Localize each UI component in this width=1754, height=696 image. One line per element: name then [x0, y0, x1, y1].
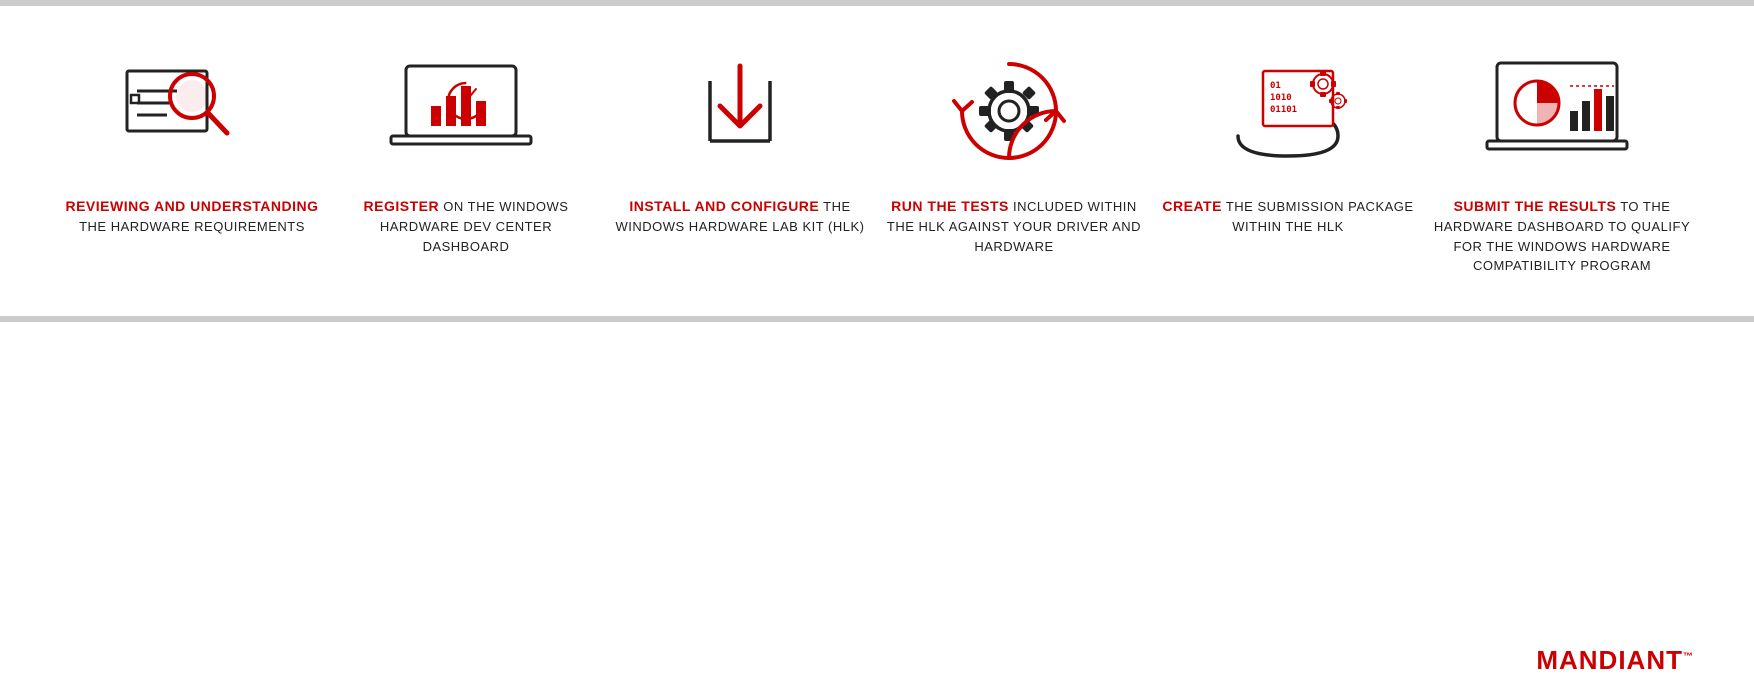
svg-text:1010: 1010: [1270, 93, 1292, 103]
svg-text:01101: 01101: [1270, 105, 1297, 115]
main-content: REVIEWING AND UNDERSTANDING THE HARDWARE…: [0, 6, 1754, 306]
step-1-icon: [112, 46, 272, 176]
step-6-text: SUBMIT THE RESULTS TO THE HARDWARE DASHB…: [1432, 196, 1692, 276]
step-1-text: REVIEWING AND UNDERSTANDING THE HARDWARE…: [65, 196, 318, 237]
trademark: ™: [1683, 651, 1694, 662]
step-4: RUN THE TESTS INCLUDED WITHIN THE HLK AG…: [884, 46, 1144, 256]
step-5: 01 1010 01101 CREATE THE SUBMISSION: [1158, 46, 1418, 237]
step-1: REVIEWING AND UNDERSTANDING THE HARDWARE…: [62, 46, 322, 237]
step-6: SUBMIT THE RESULTS TO THE HARDWARE DASHB…: [1432, 46, 1692, 276]
step-3-text: INSTALL AND CONFIGURE THE WINDOWS HARDWA…: [610, 196, 870, 237]
step-2-icon: [386, 46, 546, 176]
brand-m: M: [1536, 645, 1559, 675]
brand-rest: ANDIANT: [1559, 645, 1683, 675]
step-3-icon: [660, 46, 820, 176]
step-5-icon: 01 1010 01101: [1208, 46, 1368, 176]
step-6-icon: [1482, 46, 1642, 176]
footer: MANDIANT™: [1536, 645, 1694, 676]
step-2-text: REGISTER ON THE WINDOWS HARDWARE DEV CEN…: [336, 196, 596, 256]
step-3: INSTALL AND CONFIGURE THE WINDOWS HARDWA…: [610, 46, 870, 237]
step-4-text: RUN THE TESTS INCLUDED WITHIN THE HLK AG…: [884, 196, 1144, 256]
step-2: REGISTER ON THE WINDOWS HARDWARE DEV CEN…: [336, 46, 596, 256]
bottom-border: [0, 316, 1754, 322]
step-5-text: CREATE THE SUBMISSION PACKAGE WITHIN THE…: [1158, 196, 1418, 237]
svg-text:01: 01: [1270, 81, 1281, 91]
mandiant-logo: MANDIANT™: [1536, 645, 1694, 676]
step-4-icon: [934, 46, 1094, 176]
